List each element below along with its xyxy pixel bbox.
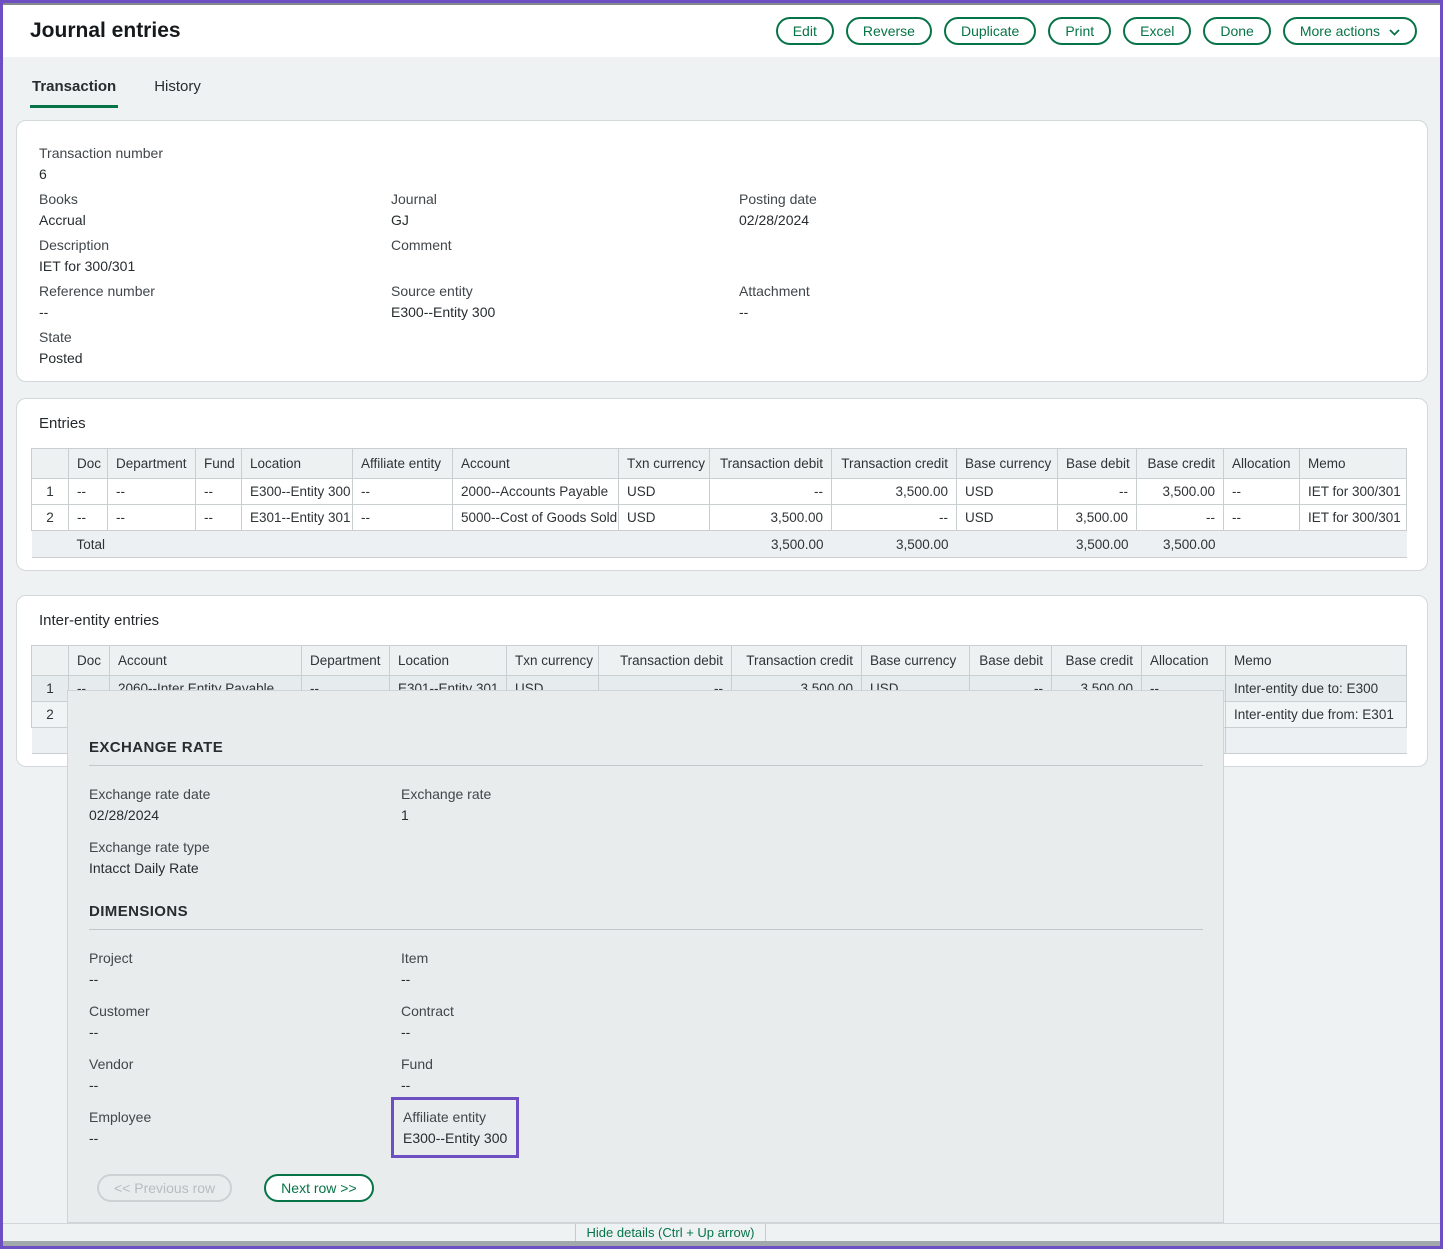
more-actions-button[interactable]: More actions [1283, 17, 1417, 45]
field-exchange-rate-type: Exchange rate type Intacct Daily Rate [89, 839, 401, 877]
entries-row-1[interactable]: 1 -- -- -- E300--Entity 300 -- 2000--Acc… [32, 479, 1407, 505]
tab-transaction[interactable]: Transaction [30, 78, 118, 108]
field-customer: Customer -- [89, 1003, 401, 1041]
entries-row-2[interactable]: 2 -- -- -- E301--Entity 301 -- 5000--Cos… [32, 505, 1407, 531]
page-title: Journal entries [30, 19, 181, 43]
exchange-rate-heading: EXCHANGE RATE [89, 739, 1203, 756]
done-button[interactable]: Done [1203, 17, 1270, 45]
exchange-rate-divider [89, 765, 1203, 766]
edit-button[interactable]: Edit [776, 17, 834, 45]
affiliate-entity-highlight-box: Affiliate entity E300--Entity 300 [403, 1109, 507, 1146]
entries-header-row: Doc Department Fund Location Affiliate e… [32, 449, 1407, 479]
field-exchange-rate-date: Exchange rate date 02/28/2024 [89, 786, 401, 824]
entries-total-transaction-credit: 3,500.00 [832, 531, 957, 558]
dimensions-fields: Project -- Item -- Customer -- Contract … [89, 950, 1203, 1148]
tab-bar: Transaction History [0, 57, 1443, 108]
field-description: Description IET for 300/301 [39, 237, 391, 283]
field-fund: Fund -- [401, 1056, 1203, 1094]
entries-total-transaction-debit: 3,500.00 [710, 531, 832, 558]
transaction-details-panel: Transaction number 6 Books Accrual Journ… [16, 120, 1428, 382]
entries-total-base-debit: 3,500.00 [1058, 531, 1137, 558]
field-affiliate-entity-highlighted: Affiliate entity E300--Entity 300 [401, 1109, 1203, 1148]
chevron-down-icon [1389, 23, 1400, 39]
footer-strip: Hide details (Ctrl + Up arrow) [3, 1223, 1440, 1241]
field-item: Item -- [401, 950, 1203, 988]
print-button[interactable]: Print [1048, 17, 1111, 45]
row-details-overlay: EXCHANGE RATE Exchange rate date 02/28/2… [67, 690, 1224, 1223]
transaction-fields-grid: Transaction number 6 Books Accrual Journ… [39, 145, 1405, 375]
inter-entity-title: Inter-entity entries [39, 612, 1413, 629]
entries-total-label: Total [69, 531, 242, 558]
field-exchange-rate: Exchange rate 1 [401, 786, 1203, 824]
dimensions-divider [89, 929, 1203, 930]
field-transaction-number: Transaction number 6 [39, 145, 391, 191]
dimensions-heading: DIMENSIONS [89, 903, 1203, 920]
hide-details-tab[interactable]: Hide details (Ctrl + Up arrow) [575, 1224, 766, 1242]
window-bottom-edge [3, 1241, 1440, 1246]
field-journal: Journal GJ [391, 191, 739, 237]
field-vendor: Vendor -- [89, 1056, 401, 1094]
next-row-button[interactable]: Next row >> [264, 1174, 373, 1202]
entries-title: Entries [39, 415, 1413, 432]
field-employee: Employee -- [89, 1109, 401, 1148]
tab-history[interactable]: History [152, 78, 203, 108]
field-attachment: Attachment -- [739, 283, 1405, 329]
entries-table: Doc Department Fund Location Affiliate e… [31, 448, 1407, 558]
field-books: Books Accrual [39, 191, 391, 237]
field-reference-number: Reference number -- [39, 283, 391, 329]
entries-panel: Entries Doc Department Fund Location Aff… [16, 398, 1428, 571]
field-source-entity: Source entity E300--Entity 300 [391, 283, 739, 329]
field-state: State Posted [39, 329, 391, 375]
entries-total-base-credit: 3,500.00 [1137, 531, 1224, 558]
excel-button[interactable]: Excel [1123, 17, 1191, 45]
previous-row-button[interactable]: << Previous row [97, 1174, 232, 1202]
journal-entries-screen: Journal entries Edit Reverse Duplicate P… [0, 0, 1443, 1249]
duplicate-button[interactable]: Duplicate [944, 17, 1036, 45]
inter-entity-row-2-memo: Inter-entity due from: E301 [1226, 702, 1407, 728]
toolbar: Edit Reverse Duplicate Print Excel Done … [776, 17, 1417, 45]
more-actions-label: More actions [1300, 23, 1380, 39]
field-project: Project -- [89, 950, 401, 988]
inter-entity-header-row: Doc Account Department Location Txn curr… [32, 646, 1407, 676]
exchange-rate-fields: Exchange rate date 02/28/2024 Exchange r… [89, 786, 1203, 877]
app-header: Journal entries Edit Reverse Duplicate P… [0, 5, 1443, 57]
field-posting-date: Posting date 02/28/2024 [739, 191, 1405, 237]
field-comment: Comment [391, 237, 739, 283]
reverse-button[interactable]: Reverse [846, 17, 932, 45]
field-contract: Contract -- [401, 1003, 1203, 1041]
entries-total-row: Total 3,500.00 3,500.00 3,500.00 3,500.0… [32, 531, 1407, 558]
row-navigation-buttons: << Previous row Next row >> [97, 1174, 374, 1202]
